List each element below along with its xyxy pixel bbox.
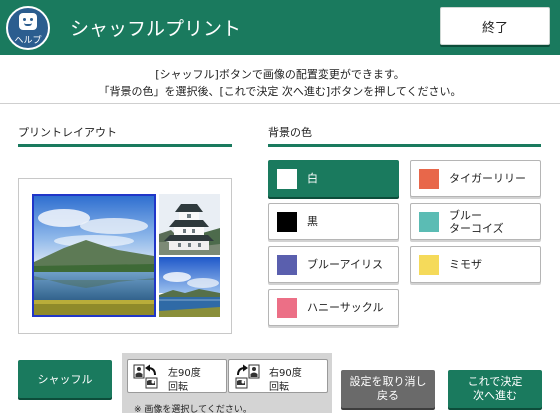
background-color-title: 背景の色 [268,126,312,139]
lake-sky-image [159,257,220,317]
rotate-left-label-line1: 左90度 [168,368,201,379]
lake-mountain-image [34,196,154,315]
castle-image [159,194,220,255]
rotate-right-icon [235,364,260,389]
color-option-white[interactable]: 白 [268,160,399,197]
help-label: ヘルプ [14,36,42,46]
color-option-black[interactable]: 黒 [268,203,399,240]
color-option-label: ハニーサックル [307,301,384,314]
color-option-label: 白 [307,172,318,185]
instruction-line-2: 「背景の色」を選択後、[これで決定 次へ進む]ボタンを押してください。 [98,85,462,98]
divider [0,103,560,104]
rotate-right-label-line1: 右90度 [269,368,302,379]
color-option-mimosa[interactable]: ミモザ [410,246,541,283]
photo-castle[interactable] [159,194,220,255]
print-layout-underline [18,144,232,147]
background-color-underline [268,144,541,147]
color-option-honeysuckle[interactable]: ハニーサックル [268,289,399,326]
honeysuckle-swatch-icon [277,297,297,318]
color-option-blue-iris[interactable]: ブルーアイリス [268,246,399,283]
confirm-label-line1: これで決定 [467,375,523,388]
end-button[interactable]: 終了 [440,7,550,45]
rotate-left-button[interactable]: 左90度 回転 [127,359,227,393]
color-option-label-line2: ターコイズ [449,221,504,235]
print-layout-preview [18,178,232,334]
mimosa-swatch-icon [419,254,439,275]
color-option-label: タイガーリリー [449,172,526,185]
color-option-blue-turquoise[interactable]: ブルー ターコイズ [410,203,541,240]
confirm-next-button[interactable]: これで決定 次へ進む [448,370,542,408]
rotate-right-label-line2: 回転 [269,382,289,393]
blue-turquoise-swatch-icon [419,211,439,232]
header-bar: ヘルプ シャッフルプリント 終了 [0,0,560,55]
robot-face-icon [19,13,37,30]
blue-iris-swatch-icon [277,254,297,275]
rotate-left-icon [133,364,158,389]
black-swatch-icon [277,211,297,232]
rotate-right-button[interactable]: 右90度 回転 [228,359,328,393]
cancel-label-line2: 戻る [377,389,399,402]
color-option-label: 黒 [307,215,318,228]
instruction-line-1: [シャッフル]ボタンで画像の配置変更ができます。 [155,68,405,81]
select-image-note: ※ 画像を選択してください。 [134,405,252,415]
color-option-label: ミモザ [449,258,482,271]
print-layout-title: プリントレイアウト [18,126,117,139]
cancel-label-line1: 設定を取り消し [349,375,427,388]
photo-lake-sky[interactable] [159,257,220,317]
help-button[interactable]: ヘルプ [6,6,50,50]
rotate-left-label-line2: 回転 [168,382,188,393]
cancel-back-button[interactable]: 設定を取り消し 戻る [341,370,435,408]
color-option-label: ブルー ターコイズ [449,209,504,235]
color-option-label: ブルーアイリス [307,258,384,271]
page-title: シャッフルプリント [70,18,242,40]
confirm-label-line2: 次へ進む [473,389,517,402]
white-swatch-icon [277,168,297,189]
color-option-label-line1: ブルー [449,208,482,222]
photo-lake-mountain[interactable] [32,194,156,317]
color-option-tiger-lily[interactable]: タイガーリリー [410,160,541,197]
shuffle-button[interactable]: シャッフル [18,360,112,398]
tiger-lily-swatch-icon [419,168,439,189]
